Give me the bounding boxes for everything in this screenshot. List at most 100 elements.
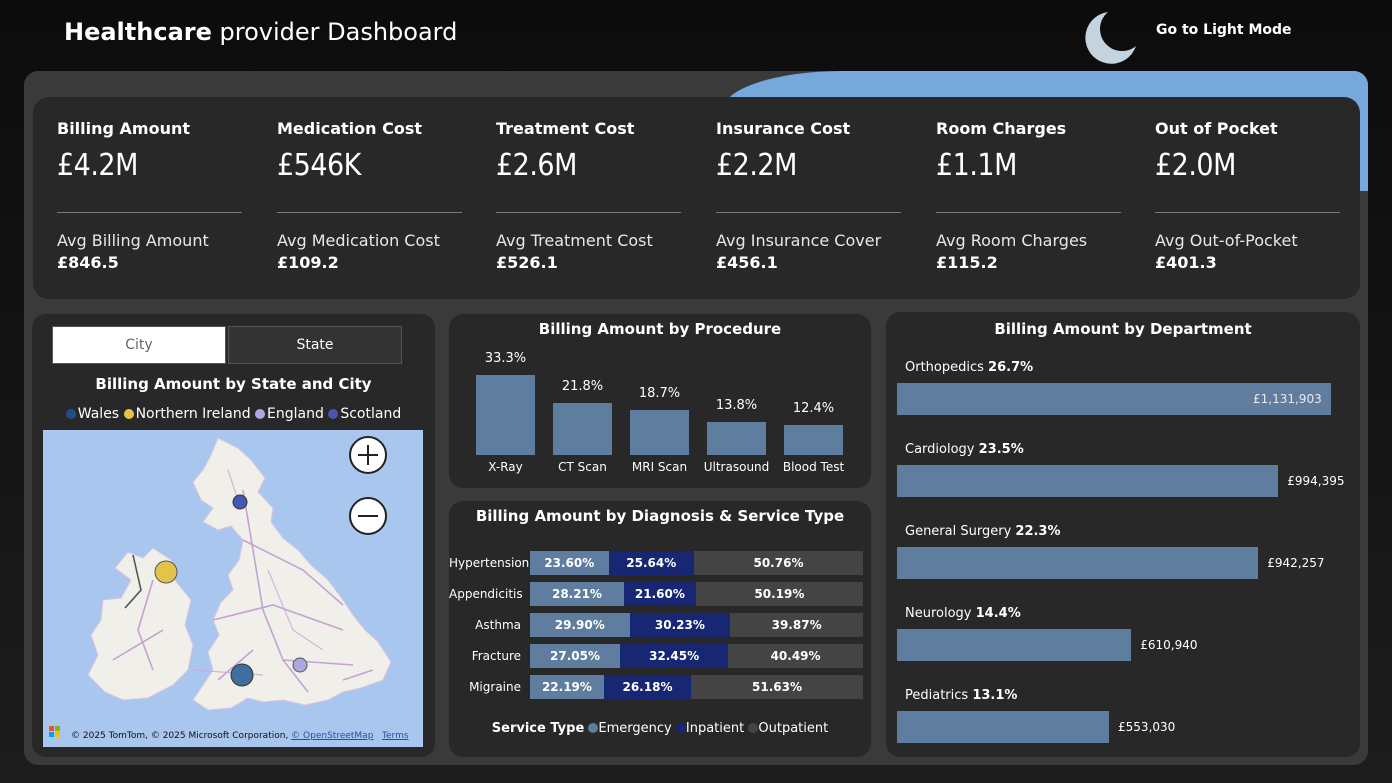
procedure-bar[interactable] — [476, 375, 535, 455]
zoom-out-button[interactable] — [349, 497, 387, 535]
department-name: Neurology — [905, 606, 976, 621]
diagnosis-segment[interactable]: 30.23% — [629, 613, 731, 637]
legend-label: Northern Ireland — [135, 406, 251, 422]
kpi-label: Insurance Cost — [716, 119, 851, 138]
diagnosis-segment[interactable]: 22.19% — [530, 675, 604, 699]
diagnosis-segment[interactable]: 40.49% — [728, 644, 863, 668]
kpi-card: Room Charges £1.1M Avg Room Charges £115… — [936, 119, 1122, 272]
procedure-bar[interactable] — [784, 425, 843, 455]
map-credit-text: © 2025 TomTom, © 2025 Microsoft Corporat… — [71, 731, 292, 741]
bubble-wales — [230, 663, 254, 687]
diagnosis-card: Billing Amount by Diagnosis & Service Ty… — [449, 501, 871, 757]
light-mode-toggle[interactable]: Go to Light Mode — [1156, 22, 1292, 38]
legend-label: Outpatient — [758, 721, 829, 736]
legend-item-england[interactable]: England — [255, 406, 324, 422]
department-bar[interactable] — [897, 465, 1279, 497]
terms-link[interactable]: Terms — [382, 731, 409, 741]
bubble-northern-ireland — [154, 560, 178, 584]
kpi-card: Billing Amount £4.2M Avg Billing Amount … — [57, 119, 243, 272]
procedure-bar[interactable] — [553, 402, 612, 455]
diagnosis-segment[interactable]: 50.76% — [693, 551, 863, 575]
diagnosis-segment[interactable]: 27.05% — [530, 644, 621, 668]
legend-item-wales[interactable]: Wales — [65, 406, 119, 422]
diagnosis-segment[interactable]: 25.64% — [608, 551, 694, 575]
osm-link[interactable]: © OpenStreetMap — [291, 731, 373, 741]
diagnosis-label: Hypertension — [449, 556, 530, 570]
procedure-category-label: CT Scan — [558, 460, 607, 474]
kpi-avg-value: £526.1 — [496, 253, 558, 272]
diagnosis-segment[interactable]: 26.18% — [603, 675, 692, 699]
department-value-label: £610,940 — [1140, 638, 1198, 652]
procedure-category-label: MRI Scan — [631, 460, 688, 474]
uk-map[interactable]: © 2025 TomTom, © 2025 Microsoft Corporat… — [43, 430, 423, 747]
department-name: General Surgery — [905, 524, 1016, 539]
diagnosis-segment[interactable]: 21.60% — [623, 582, 696, 606]
department-title: Billing Amount by Department — [994, 320, 1252, 338]
legend-dot — [65, 409, 76, 419]
department-bar[interactable] — [897, 711, 1110, 743]
department-bar[interactable] — [897, 547, 1259, 579]
city-toggle-button[interactable]: City — [52, 326, 226, 364]
kpi-value: £2.6M — [496, 148, 577, 183]
department-name: Cardiology — [905, 442, 979, 457]
diagnosis-segment[interactable]: 23.60% — [530, 551, 609, 575]
diagnosis-segment[interactable]: 39.87% — [730, 613, 863, 637]
legend-item-outpatient[interactable]: Outpatient — [748, 721, 828, 736]
department-value-label: £1,131,903 — [1253, 392, 1322, 406]
department-value-label: £994,395 — [1287, 474, 1345, 488]
diagnosis-label: Asthma — [475, 618, 521, 632]
kpi-value: £546K — [277, 148, 361, 183]
kpi-avg-label: Avg Insurance Cover — [716, 231, 882, 250]
plus-icon — [358, 445, 378, 465]
legend-dot — [328, 409, 339, 419]
moon-icon[interactable] — [1078, 10, 1138, 66]
department-label: General Surgery 22.3% — [905, 524, 1061, 539]
kpi-avg-value: £109.2 — [277, 253, 339, 272]
kpi-avg-value: £456.1 — [716, 253, 778, 272]
state-toggle-button[interactable]: State — [228, 326, 402, 364]
legend-item-inpatient[interactable]: Inpatient — [675, 721, 744, 736]
department-card: Billing Amount by Department Orthopedics… — [886, 312, 1360, 757]
legend-dot — [588, 723, 599, 733]
zoom-in-button[interactable] — [349, 436, 387, 474]
legend-item-northern-ireland[interactable]: Northern Ireland — [123, 406, 251, 422]
page-title-rest: provider Dashboard — [211, 18, 458, 46]
legend-dot — [255, 409, 266, 419]
department-name: Orthopedics — [905, 360, 989, 375]
department-value-label: £942,257 — [1267, 556, 1325, 570]
procedure-bar[interactable] — [630, 410, 689, 455]
diagnosis-segment[interactable]: 29.90% — [530, 613, 630, 637]
legend-label: England — [267, 406, 324, 422]
kpi-value: £1.1M — [936, 148, 1017, 183]
department-pct: 22.3% — [1015, 524, 1061, 539]
procedure-category-label: Blood Test — [782, 460, 845, 474]
legend-label: Scotland — [340, 406, 402, 422]
department-label: Pediatrics 13.1% — [905, 688, 1017, 703]
legend-label: Emergency — [598, 721, 672, 736]
diagnosis-segment[interactable]: 32.45% — [620, 644, 729, 668]
kpi-card: Insurance Cost £2.2M Avg Insurance Cover… — [716, 119, 902, 272]
kpi-card: Out of Pocket £2.0M Avg Out-of-Pocket £4… — [1155, 119, 1341, 272]
kpi-avg-value: £401.3 — [1155, 253, 1217, 272]
bubble-england — [292, 657, 308, 673]
diagnosis-segment[interactable]: 28.21% — [530, 582, 624, 606]
kpi-avg-value: £846.5 — [57, 253, 119, 272]
diagnosis-segment[interactable]: 51.63% — [691, 675, 863, 699]
kpi-label: Room Charges — [936, 119, 1067, 138]
kpi-label: Billing Amount — [57, 119, 191, 138]
diagnosis-label: Appendicitis — [449, 587, 523, 601]
department-label: Orthopedics 26.7% — [905, 360, 1033, 375]
page-title-bold: Healthcare — [64, 18, 212, 46]
department-bar[interactable] — [897, 629, 1132, 661]
procedure-bar[interactable] — [707, 421, 766, 455]
legend-item-scotland[interactable]: Scotland — [328, 406, 401, 422]
diagnosis-segment[interactable]: 50.19% — [695, 582, 863, 606]
legend-dot — [675, 723, 686, 733]
department-pct: 14.4% — [975, 606, 1021, 621]
kpi-value: £2.0M — [1155, 148, 1236, 183]
kpi-divider — [277, 212, 462, 213]
kpi-divider — [936, 212, 1121, 213]
kpi-card: Medication Cost £546K Avg Medication Cos… — [277, 119, 463, 272]
legend-item-emergency[interactable]: Emergency — [588, 721, 672, 736]
map-canvas — [43, 430, 423, 747]
